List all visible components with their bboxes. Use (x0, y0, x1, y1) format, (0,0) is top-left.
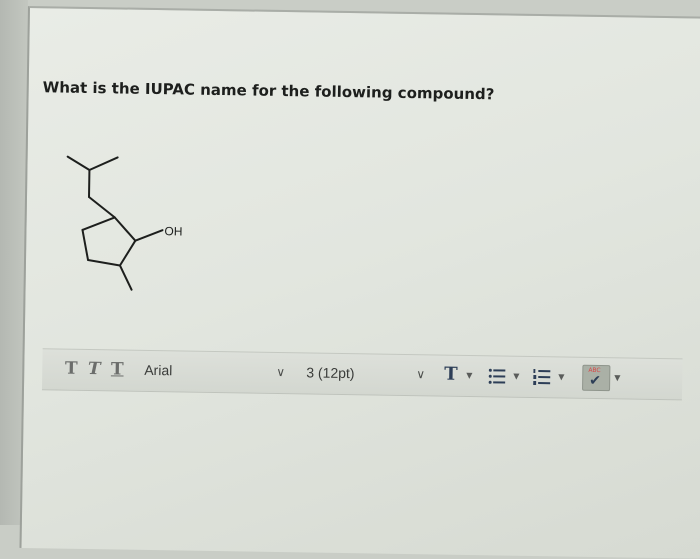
unordered-list-icon[interactable] (488, 367, 506, 385)
spellcheck-icon: ✔ (589, 373, 601, 389)
bold-button[interactable]: T (62, 359, 80, 379)
spellcheck-button[interactable]: ABC ✔ (582, 365, 610, 391)
bond-hydroxyl (135, 230, 162, 241)
font-family-select[interactable]: Arial (144, 362, 172, 378)
font-size-select[interactable]: 3 (12pt) (306, 364, 354, 381)
ring-bond-4 (82, 230, 88, 260)
ordered-list-icon[interactable] (533, 368, 551, 386)
bond-methyl (120, 265, 132, 289)
font-size-chevron-down-icon[interactable]: ∨ (416, 367, 425, 381)
underline-button[interactable]: T (108, 359, 126, 379)
compound-structure: OH (65, 157, 217, 304)
bond-methyl-left (67, 157, 89, 170)
question-panel: What is the IUPAC name for the following… (19, 6, 700, 559)
hydroxyl-label: OH (164, 224, 182, 238)
ring-bond-3 (88, 260, 120, 266)
question-text: What is the IUPAC name for the following… (43, 78, 495, 103)
bond-to-ring (89, 197, 115, 217)
skeletal-formula: OH (65, 157, 217, 304)
text-color-icon[interactable]: T (444, 364, 458, 385)
ring-bond-1 (114, 217, 135, 240)
ring-bond-5 (82, 217, 114, 231)
italic-button[interactable]: T (85, 359, 103, 379)
ring-bond-2 (120, 240, 135, 265)
ordered-list-caret-icon[interactable]: ▼ (558, 372, 564, 381)
bond-methyl-right (89, 157, 117, 170)
answer-editor[interactable] (40, 389, 682, 519)
unordered-list-caret-icon[interactable]: ▼ (513, 372, 519, 381)
text-color-caret-icon[interactable]: ▼ (466, 371, 472, 380)
font-family-chevron-down-icon[interactable]: ∨ (276, 365, 285, 379)
spellcheck-caret-icon[interactable]: ▼ (614, 373, 620, 382)
